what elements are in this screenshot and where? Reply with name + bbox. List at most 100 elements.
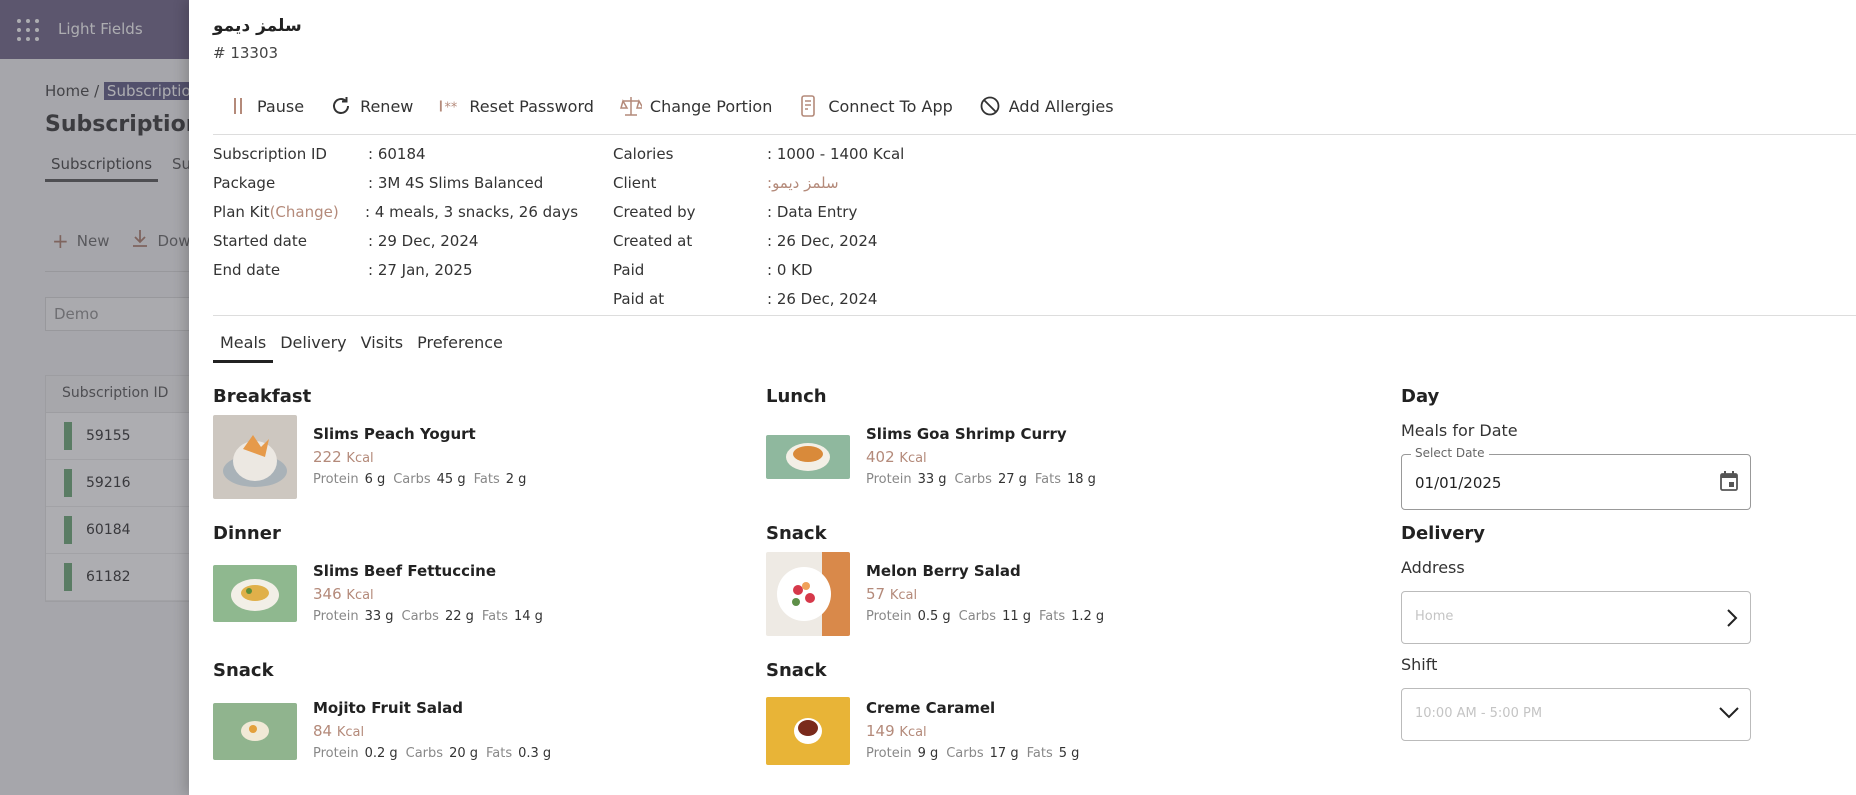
protein-value: 0.2 g [364, 746, 398, 761]
fats-value: 2 g [505, 472, 527, 487]
fats-label: Fats [1034, 472, 1061, 487]
tab-preference[interactable]: Preference [410, 333, 510, 363]
section-title: Breakfast [213, 386, 312, 407]
fats-label: Fats [1026, 746, 1053, 761]
detail-tabs: Meals Delivery Visits Preference [213, 333, 510, 363]
divider [213, 134, 1856, 135]
paid-at-value: : 26 Dec, 2024 [767, 290, 878, 308]
chevron-right-icon [1724, 607, 1740, 633]
delivery-title: Delivery [1401, 523, 1486, 544]
divider [213, 315, 1856, 316]
protein-value: 6 g [364, 472, 386, 487]
client-link[interactable]: :سلمز ديمو [767, 174, 839, 192]
carbs-value: 27 g [997, 472, 1027, 487]
carbs-label: Carbs [954, 472, 992, 487]
kcal-unit: Kcal [889, 588, 918, 603]
meal-name: Slims Goa Shrimp Curry [866, 425, 1067, 443]
section-title: Snack [213, 660, 274, 681]
section-title: Lunch [766, 386, 827, 407]
reset-password-label: Reset Password [469, 96, 594, 116]
carbs-label: Carbs [405, 746, 444, 761]
subscription-id-label: Subscription ID [213, 145, 327, 163]
fats-label: Fats [1039, 609, 1066, 624]
pause-icon [227, 95, 249, 117]
plan-kit-label: Plan Kit(Change) [213, 203, 339, 221]
calendar-icon[interactable] [1720, 471, 1738, 495]
fats-label: Fats [481, 609, 508, 624]
kcal-value: 149 [866, 722, 895, 740]
tab-delivery[interactable]: Delivery [273, 333, 353, 363]
tab-visits[interactable]: Visits [354, 333, 410, 363]
connect-app-label: Connect To App [828, 96, 953, 116]
meal-macros: Protein 6 g Carbs 45 g Fats 2 g [313, 472, 534, 487]
meal-image [213, 415, 297, 499]
calories-label: Calories [613, 145, 674, 163]
protein-label: Protein [866, 609, 912, 624]
paid-label: Paid [613, 261, 645, 279]
shift-label: Shift [1401, 655, 1438, 674]
protein-label: Protein [866, 746, 912, 761]
fats-value: 5 g [1058, 746, 1080, 761]
renew-label: Renew [360, 96, 414, 116]
fats-value: 14 g [514, 609, 543, 624]
carbs-value: 45 g [436, 472, 466, 487]
kcal-unit: Kcal [346, 451, 374, 466]
protein-value: 9 g [917, 746, 939, 761]
section-title: Dinner [213, 523, 281, 544]
shift-select[interactable]: 10:00 AM - 5:00 PM [1401, 688, 1751, 741]
protein-label: Protein [313, 472, 359, 487]
password-icon: ** [439, 95, 461, 117]
carbs-value: 22 g [444, 609, 474, 624]
kcal-unit: Kcal [899, 451, 927, 466]
tab-meals[interactable]: Meals [213, 333, 274, 363]
carbs-label: Carbs [958, 609, 997, 624]
scale-icon [619, 95, 642, 117]
address-select[interactable]: Home [1401, 591, 1751, 644]
change-portion-button[interactable]: Change Portion [619, 95, 772, 117]
meal-macros: Protein 33 g Carbs 22 g Fats 14 g [313, 609, 551, 624]
plan-kit-value: : 4 meals, 3 snacks, 26 days [365, 203, 579, 221]
package-value: : 3M 4S Slims Balanced [368, 174, 544, 192]
end-date-label: End date [213, 261, 281, 279]
meal-image [766, 697, 850, 765]
date-value: 01/01/2025 [1415, 474, 1502, 492]
address-placeholder: Home [1415, 609, 1454, 624]
kcal-value: 222 [313, 448, 342, 466]
subscription-id-value: : 60184 [368, 145, 426, 163]
protein-value: 33 g [364, 609, 394, 624]
carbs-label: Carbs [393, 472, 431, 487]
paid-value: : 0 KD [767, 261, 813, 279]
protein-value: 33 g [917, 472, 947, 487]
section-title: Snack [766, 523, 827, 544]
kcal-value: 346 [313, 585, 342, 603]
client-code: # 13303 [213, 44, 279, 62]
end-date-value: : 27 Jan, 2025 [368, 261, 473, 279]
subscription-drawer: سلمز ديمو # 13303 Pause Renew ** Reset P… [189, 0, 1856, 795]
protein-value: 0.5 g [917, 609, 951, 624]
change-plan-kit-link[interactable]: (Change) [270, 203, 339, 221]
plan-kit-label-text: Plan Kit [213, 203, 270, 221]
fats-value: 18 g [1067, 472, 1096, 487]
connect-app-button[interactable]: Connect To App [798, 95, 953, 117]
fats-value: 0.3 g [518, 746, 552, 761]
meal-name: Creme Caramel [866, 699, 996, 717]
block-icon [979, 95, 1001, 117]
pause-button[interactable]: Pause [227, 95, 304, 117]
meal-name: Mojito Fruit Salad [313, 699, 464, 717]
renew-button[interactable]: Renew [330, 95, 413, 117]
kcal-unit: Kcal [346, 588, 374, 603]
meal-kcal: 149 Kcal [866, 722, 927, 740]
meal-macros: Protein 33 g Carbs 27 g Fats 18 g [866, 472, 1104, 487]
address-label: Address [1401, 558, 1465, 577]
phone-icon [798, 95, 820, 117]
day-title: Day [1401, 386, 1440, 407]
add-allergies-button[interactable]: Add Allergies [979, 95, 1114, 117]
reset-password-button[interactable]: ** Reset Password [439, 95, 594, 117]
created-at-label: Created at [613, 232, 693, 250]
client-name: سلمز ديمو [213, 16, 302, 36]
date-picker-field[interactable]: Select Date 01/01/2025 [1401, 446, 1751, 510]
fats-label: Fats [473, 472, 500, 487]
meal-macros: Protein 0.5 g Carbs 11 g Fats 1.2 g [866, 609, 1112, 624]
meal-name: Melon Berry Salad [866, 562, 1021, 580]
kcal-value: 402 [866, 448, 895, 466]
